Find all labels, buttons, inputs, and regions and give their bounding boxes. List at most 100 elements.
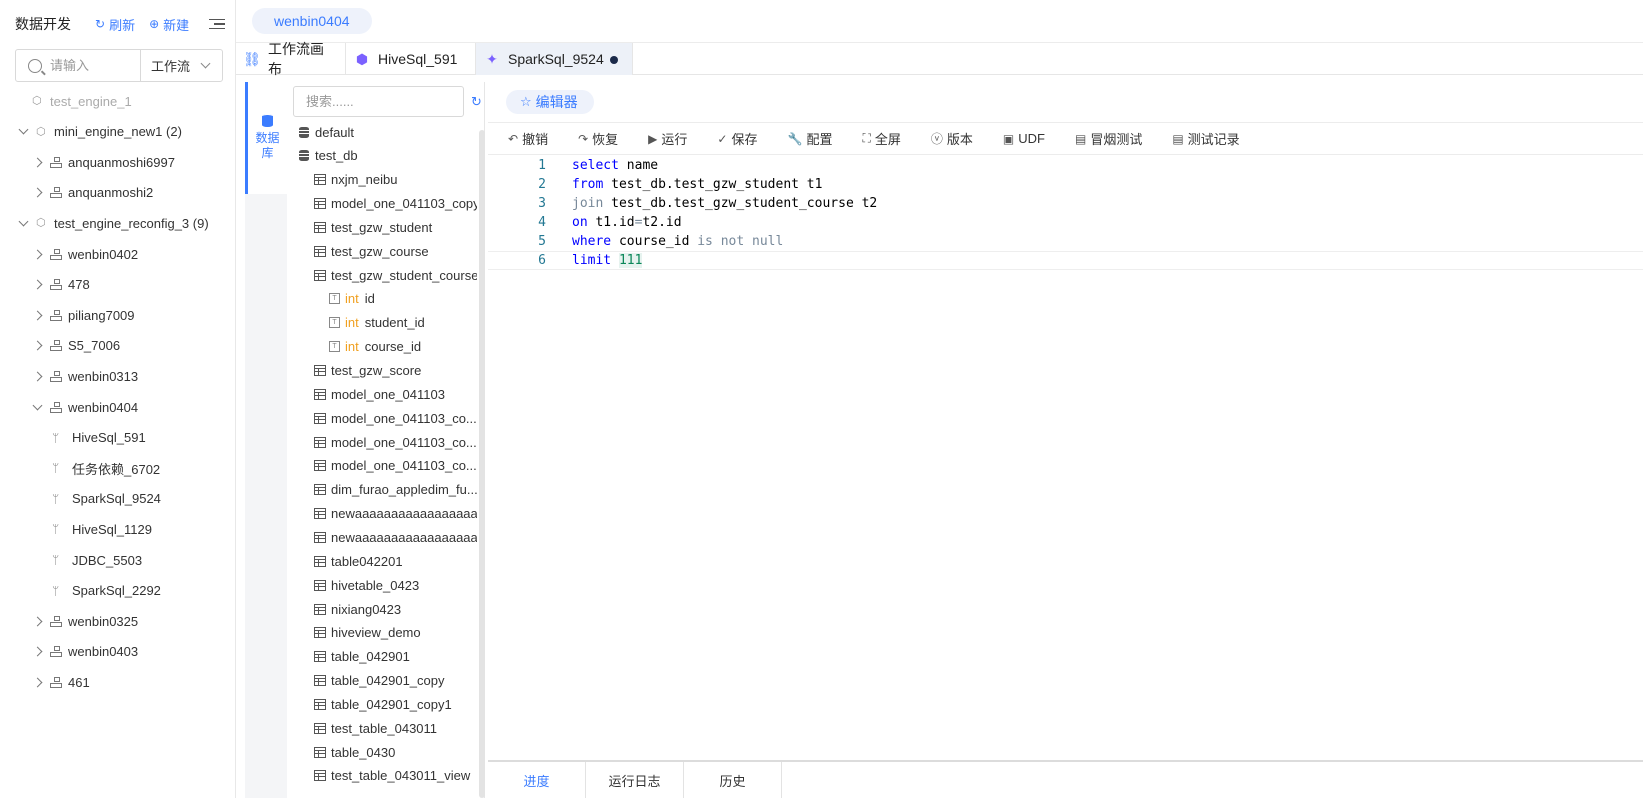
toolbar-wrench-button[interactable]: 🔧 配置 (787, 129, 832, 148)
result-tab[interactable]: 历史 (684, 762, 782, 798)
tree-item[interactable]: wenbin0404 (32, 396, 138, 418)
smoke-test-icon: ▤ (1074, 131, 1087, 146)
tree-item[interactable]: piliang7009 (32, 304, 135, 326)
tree-item[interactable]: ᛘ SparkSql_9524 (52, 488, 161, 510)
search-icon (28, 58, 42, 73)
column-type: int (345, 291, 359, 307)
tree-item[interactable]: wenbin0325 (32, 610, 139, 632)
table-item[interactable]: test_gzw_course (314, 240, 477, 262)
refresh-button[interactable]: ↻ 刷新 (95, 15, 135, 34)
toolbar-version-button[interactable]: ⓥ 版本 (931, 129, 973, 148)
chevron-right-icon[interactable] (32, 157, 43, 168)
chevron-right-icon[interactable] (32, 371, 43, 382)
toolbar-udf-button[interactable]: ▣ UDF (1003, 131, 1045, 146)
table-item[interactable]: nixiang0423 (314, 598, 477, 620)
code-area[interactable]: 1 select name 2 from test_db.test_gzw_stude… (488, 156, 1643, 756)
tab-sparksql_9524[interactable]: ✦ SparkSql_9524 (476, 43, 633, 75)
rail-tab-database[interactable]: 数据 库 (248, 82, 287, 194)
table-item[interactable]: model_one_041103_co... (314, 407, 477, 429)
table-item[interactable]: table_042901 (314, 646, 477, 668)
type-filter-select[interactable]: 工作流 (140, 50, 222, 81)
collapse-menu-icon[interactable] (209, 16, 225, 32)
table-item[interactable]: model_one_041103_copy (314, 193, 477, 215)
tree-item[interactable]: ᛘ SparkSql_2292 (52, 580, 161, 602)
toolbar-test-record-button[interactable]: ▤ 测试记录 (1172, 129, 1239, 148)
chevron-right-icon[interactable] (32, 677, 43, 688)
result-tab[interactable]: 进度 (488, 762, 586, 798)
result-tab[interactable]: 运行日志 (586, 762, 684, 798)
chevron-right-icon[interactable] (32, 187, 43, 198)
table-item[interactable]: model_one_041103_co... (314, 431, 477, 453)
db-node-label: model_one_041103 (331, 386, 445, 402)
table-item[interactable]: newaaaaaaaaaaaaaaaaa... (314, 503, 477, 525)
tab-hivesql_591[interactable]: ⬢ HiveSql_591 (346, 43, 476, 75)
toolbar-smoke-test-button[interactable]: ▤ 冒烟测试 (1075, 129, 1142, 148)
table-item[interactable]: nxjm_neibu (314, 169, 477, 191)
tree-item[interactable]: ⬡ mini_engine_new1 (2) (18, 121, 182, 143)
tree-item[interactable]: 478 (32, 274, 90, 296)
db-scrollbar[interactable] (479, 130, 485, 798)
sidebar-search-input[interactable] (50, 58, 138, 73)
new-button[interactable]: ⊕ 新建 (149, 15, 189, 34)
chevron-right-icon[interactable] (32, 646, 43, 657)
tree-item[interactable]: wenbin0313 (32, 365, 138, 387)
tree-item[interactable]: ᛘ JDBC_5503 (52, 549, 142, 571)
tree-item[interactable]: ⬡ test_engine_1 (32, 90, 132, 112)
table-icon (314, 555, 326, 567)
workflow-icon (50, 248, 62, 260)
table-item[interactable]: test_gzw_student (314, 216, 477, 238)
database-item[interactable]: test_db (299, 145, 477, 167)
table-item[interactable]: model_one_041103 (314, 383, 477, 405)
toolbar-check-button[interactable]: ✓ 保存 (717, 129, 757, 148)
tree-item[interactable]: ᛘ 任务依赖_6702 (52, 457, 160, 479)
tree-item[interactable]: 461 (32, 671, 90, 693)
chevron-right-icon[interactable] (32, 340, 43, 351)
table-item[interactable]: table_0430 (314, 741, 477, 763)
tab-工作流画布[interactable]: ⛓ 工作流画布 (236, 41, 346, 77)
db-search-input[interactable] (293, 86, 464, 117)
database-icon (262, 114, 273, 127)
table-item[interactable]: test_gzw_student_course (314, 264, 477, 286)
chevron-down-icon[interactable] (18, 216, 29, 227)
tree-item[interactable]: ⬡ test_engine_reconfig_3 (9) (18, 212, 209, 234)
column-item[interactable]: Tint student_id (329, 312, 477, 334)
chevron-right-icon[interactable] (32, 616, 43, 627)
tree-item[interactable]: anquanmoshi6997 (32, 151, 175, 173)
db-node-label: test_table_043011_view (331, 768, 471, 784)
table-item[interactable]: newaaaaaaaaaaaaaaaaa... (314, 526, 477, 548)
database-item[interactable]: default (299, 121, 477, 143)
chevron-down-icon[interactable] (18, 124, 29, 135)
table-item[interactable]: hivetable_0423 (314, 574, 477, 596)
tree-item[interactable]: ᛘ HiveSql_591 (52, 427, 146, 449)
table-item[interactable]: test_table_043011 (314, 717, 477, 739)
tree-item[interactable]: anquanmoshi2 (32, 182, 153, 204)
table-item[interactable]: test_gzw_score (314, 360, 477, 382)
db-refresh-icon[interactable]: ↻ (471, 94, 482, 110)
toolbar-redo-button[interactable]: ↷ 恢复 (578, 129, 618, 148)
toolbar-fullscreen-button[interactable]: ⛶ 全屏 (862, 129, 900, 148)
workflow-pill[interactable]: wenbin0404 (252, 8, 372, 34)
table-item[interactable]: table_042901_copy (314, 670, 477, 692)
tree-item[interactable]: wenbin0403 (32, 641, 138, 663)
tree-item-label: wenbin0325 (68, 613, 139, 629)
chevron-right-icon[interactable] (32, 279, 43, 290)
table-item[interactable]: test_table_043011_view (314, 765, 477, 787)
column-item[interactable]: Tint id (329, 288, 477, 310)
tree-item[interactable]: wenbin0402 (32, 243, 138, 265)
chevron-right-icon[interactable] (32, 249, 43, 259)
table-item[interactable]: table_042901_copy1 (314, 693, 477, 715)
table-item[interactable]: model_one_041103_co... (314, 455, 477, 477)
table-icon (314, 221, 326, 233)
toolbar-undo-button[interactable]: ↶ 撤销 (508, 129, 548, 148)
editor-mode-pill[interactable]: ☆ 编辑器 (506, 90, 594, 114)
chevron-down-icon[interactable] (32, 400, 43, 410)
table-item[interactable]: table042201 (314, 550, 477, 572)
tree-item[interactable]: ᛘ HiveSql_1129 (52, 518, 152, 540)
column-item[interactable]: Tint course_id (329, 336, 477, 358)
toolbar-play-button[interactable]: ▶ 运行 (648, 129, 687, 148)
tree-item[interactable]: S5_7006 (32, 335, 120, 357)
chevron-right-icon[interactable] (32, 310, 43, 321)
table-item[interactable]: hiveview_demo (314, 622, 477, 644)
tree-item-label: 478 (68, 277, 90, 293)
table-item[interactable]: dim_furao_appledim_fu... (314, 479, 477, 501)
